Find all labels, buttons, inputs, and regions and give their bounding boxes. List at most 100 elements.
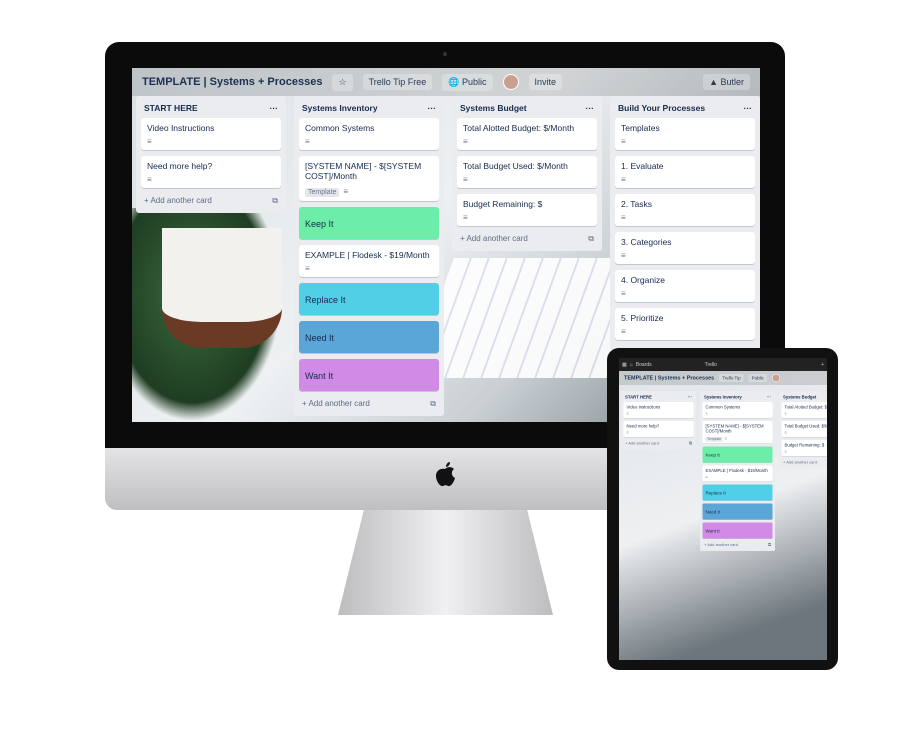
card-title: 2. Tasks [621,199,653,209]
list-title[interactable]: Systems Budget [783,395,816,400]
template-icon[interactable]: ⧉ [689,441,692,446]
card-badges: ≡ [785,450,828,455]
add-card-button[interactable]: + Add another card⧉ [782,459,828,467]
list-menu-button[interactable]: ··· [767,395,771,400]
description-icon: ≡ [705,475,708,480]
list-menu-button[interactable]: ··· [270,103,279,113]
list-title[interactable]: Build Your Processes [618,103,705,113]
description-icon: ≡ [621,289,626,298]
card[interactable]: Total Budget Used: $/Month≡ [781,421,827,437]
description-icon: ≡ [784,430,787,436]
card[interactable]: Want It [702,522,773,539]
description-icon: ≡ [463,175,468,184]
card[interactable]: Need more help? ≡ [623,421,694,437]
card[interactable]: 2. Tasks ≡ [615,194,755,226]
card-title: Total Alotted Budget: $/Month [463,123,575,133]
board-title[interactable]: TEMPLATE | Systems + Processes [142,76,322,88]
card-badges: ≡ [627,431,691,436]
visibility-button[interactable]: Public [748,374,767,382]
tablet-board: TEMPLATE | Systems + Processes Trello Ti… [619,371,827,551]
visibility-button[interactable]: 🌐 Public [442,73,493,91]
team-button[interactable]: Trello Tip Free [362,74,433,90]
card[interactable]: Budget Remaining: $ ≡ [781,440,828,456]
team-button[interactable]: Trello Tip [719,374,744,382]
list-title[interactable]: START HERE [144,103,198,113]
card[interactable]: Need It [702,503,773,520]
card[interactable]: [SYSTEM NAME] - $[SYSTEM COST]/Month Temp… [299,156,439,201]
card[interactable]: Video Instructions ≡ [623,402,694,418]
card[interactable]: 5. Prioritize ≡ [615,308,755,340]
card[interactable]: Need more help? ≡ [141,156,281,188]
card[interactable]: Total Budget Used: $/Month≡ [457,156,597,188]
list-header: Systems Inventory ··· [299,100,439,118]
list-header: Systems Budget ··· [457,100,597,118]
tablet-topbar: ▦ ⌂ Boards Trello + [619,358,827,371]
team-name: Trello Tip [368,77,406,87]
card-title: EXAMPLE | Flodesk - $19/Month [305,250,430,260]
list-menu-button[interactable]: ··· [428,103,437,113]
list-title[interactable]: Systems Inventory [302,103,378,113]
card[interactable]: Common Systems ≡ [702,402,773,418]
template-icon[interactable]: ⧉ [768,543,771,548]
list-menu-button[interactable]: ··· [586,103,595,113]
card[interactable]: EXAMPLE | Flodesk - $19/Month ≡ [299,245,439,277]
template-icon[interactable]: ⧉ [272,196,278,206]
card[interactable]: [SYSTEM NAME] - $[SYSTEM COST]/Month Temp… [702,421,773,444]
card-title: 1. Evaluate [621,161,664,171]
card[interactable]: Total Alotted Budget: $/Month≡ [781,402,827,418]
list-title[interactable]: Systems Inventory [704,395,742,400]
add-card-label: + Add another card [783,460,817,465]
list-header: Build Your Processes ··· [615,100,755,118]
card-title: Need more help? [626,423,660,429]
avatar[interactable] [771,374,780,382]
card-badges: ≡ [621,175,749,184]
card[interactable]: Video Instructions ≡ [141,118,281,150]
add-card-button[interactable]: + Add another card⧉ [703,542,773,550]
card[interactable]: 3. Categories ≡ [615,232,755,264]
list-2: Systems Budget···Total Alotted Budget: $… [779,391,827,469]
list-title[interactable]: START HERE [625,395,652,400]
apps-icon[interactable]: ▦ [622,362,627,368]
card-title: EXAMPLE | Flodesk - $19/Month [705,468,768,473]
card[interactable]: Need It [299,321,439,353]
card[interactable]: 1. Evaluate ≡ [615,156,755,188]
boards-button[interactable]: Boards [636,362,652,368]
description-icon: ≡ [784,411,787,417]
card[interactable]: Keep It [702,446,773,463]
list-title[interactable]: Systems Budget [460,103,527,113]
card[interactable]: Templates ≡ [615,118,755,150]
card[interactable]: Replace It [299,283,439,315]
home-icon[interactable]: ⌂ [630,362,633,368]
invite-button[interactable]: Invite [528,74,563,90]
card-badges: ≡ [463,213,591,222]
template-icon[interactable]: ⧉ [430,399,436,409]
card-title: 5. Prioritize [621,313,664,323]
card[interactable]: 4. Organize ≡ [615,270,755,302]
add-card-button[interactable]: + Add another card⧉ [624,440,694,448]
star-icon[interactable]: ☆ [332,73,353,91]
butler-button[interactable]: ▲ Butler [703,74,750,90]
imac-stand [338,510,553,615]
add-card-text: Add another card [707,542,738,548]
card[interactable]: Replace It [702,484,773,501]
template-icon[interactable]: ⧉ [588,234,594,244]
board-title[interactable]: TEMPLATE | Systems + Processes [624,375,714,381]
trello-logo: Trello [704,361,717,368]
add-card-button[interactable]: + Add another card⧉ [299,397,439,412]
card-title: Common Systems [705,404,741,410]
list-menu-button[interactable]: ··· [688,395,692,400]
card[interactable]: Budget Remaining: $ ≡ [457,194,597,226]
card[interactable]: Keep It [299,207,439,239]
card-badges: ≡ [621,251,749,260]
card[interactable]: Total Alotted Budget: $/Month≡ [457,118,597,150]
list-menu-button[interactable]: ··· [744,103,753,113]
card[interactable]: Want It [299,359,439,391]
card-badges: Template ≡ [705,436,770,442]
card[interactable]: Common Systems ≡ [299,118,439,150]
add-card-button[interactable]: + Add another card⧉ [141,194,281,209]
add-icon[interactable]: + [821,362,824,368]
add-card-button[interactable]: + Add another card⧉ [457,232,597,247]
avatar[interactable] [502,74,519,90]
camera [443,52,447,56]
card[interactable]: EXAMPLE | Flodesk - $19/Month ≡ [702,465,773,482]
